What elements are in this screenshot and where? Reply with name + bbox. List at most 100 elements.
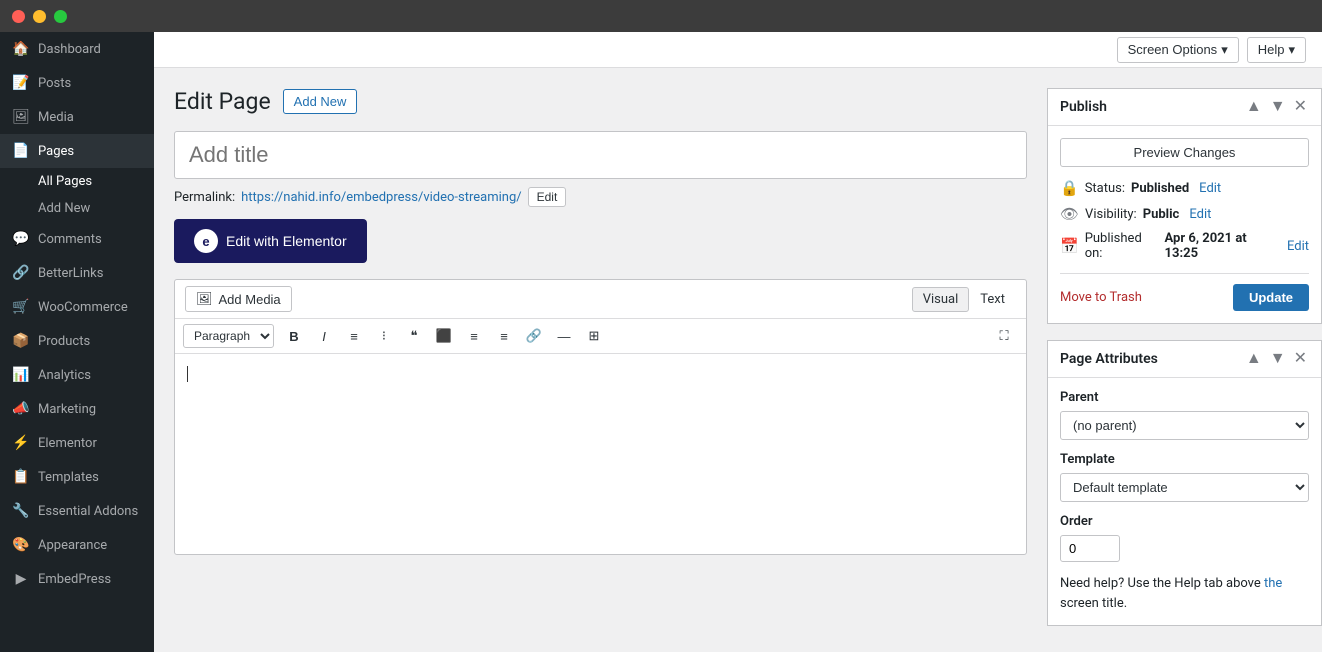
more-button[interactable]: — [550, 323, 578, 349]
bold-button[interactable]: B [280, 323, 308, 349]
editor-tabs: Visual Text [912, 287, 1016, 312]
minimize-btn[interactable] [33, 10, 46, 23]
sidebar-item-marketing[interactable]: 📣 Marketing [0, 392, 154, 426]
marketing-icon: 📣 [12, 400, 30, 418]
page-attributes-controls: ▲ ▼ ✕ [1244, 349, 1309, 369]
help-chevron-icon: ▾ [1288, 42, 1295, 58]
page-header: Edit Page Add New [174, 88, 1027, 115]
preview-changes-button[interactable]: Preview Changes [1060, 138, 1309, 167]
italic-button[interactable]: I [310, 323, 338, 349]
sidebar-item-label: Comments [38, 232, 102, 247]
ordered-list-button[interactable]: ⁝ [370, 323, 398, 349]
sidebar-item-pages[interactable]: 📄 Pages [0, 134, 154, 168]
permalink-edit-button[interactable]: Edit [528, 187, 567, 207]
move-to-trash-link[interactable]: Move to Trash [1060, 290, 1142, 305]
parent-select[interactable]: (no parent) [1060, 411, 1309, 440]
publish-actions: Move to Trash Update [1060, 273, 1309, 311]
add-media-label: Add Media [219, 292, 281, 307]
publish-panel-collapse-down[interactable]: ▼ [1268, 97, 1288, 117]
align-right-button[interactable]: ≡ [490, 323, 518, 349]
parent-label: Parent [1060, 390, 1309, 405]
publish-panel-close[interactable]: ✕ [1292, 97, 1309, 117]
page-attributes-collapse-up[interactable]: ▲ [1244, 349, 1264, 369]
sidebar-item-label: Elementor [38, 436, 97, 451]
publish-panel-collapse-up[interactable]: ▲ [1244, 97, 1264, 117]
visibility-edit-link[interactable]: Edit [1189, 207, 1211, 222]
page-attributes-close[interactable]: ✕ [1292, 349, 1309, 369]
publish-panel-body: Preview Changes 🔒 Status: Published Edit… [1048, 126, 1321, 323]
page-title-input[interactable] [174, 131, 1027, 179]
sidebar-item-embedpress[interactable]: ▶ EmbedPress [0, 562, 154, 596]
topbar: Screen Options ▾ Help ▾ [154, 32, 1322, 68]
order-label: Order [1060, 514, 1309, 529]
align-left-button[interactable]: ⬛ [430, 323, 458, 349]
sidebar-item-woocommerce[interactable]: 🛒 WooCommerce [0, 290, 154, 324]
sidebar-item-label: Posts [38, 76, 71, 91]
published-on-row: 📅 Published on: Apr 6, 2021 at 13:25 Edi… [1060, 231, 1309, 261]
close-btn[interactable] [12, 10, 25, 23]
order-input[interactable] [1060, 535, 1120, 562]
posts-icon: 📝 [12, 74, 30, 92]
sidebar-item-label: Marketing [38, 402, 96, 417]
pages-icon: 📄 [12, 142, 30, 160]
template-row: Template Default template [1060, 452, 1309, 502]
sidebar: 🏠 Dashboard 📝 Posts 🖼 Media 📄 Pages All … [0, 32, 154, 652]
help-link[interactable]: the [1264, 576, 1282, 591]
screen-options-button[interactable]: Screen Options ▾ [1117, 37, 1239, 63]
status-icon: 🔒 [1060, 179, 1079, 197]
template-label: Template [1060, 452, 1309, 467]
tab-visual[interactable]: Visual [912, 287, 970, 312]
table-button[interactable]: ⊞ [580, 323, 608, 349]
visibility-label: Visibility: [1085, 207, 1137, 222]
sidebar-item-appearance[interactable]: 🎨 Appearance [0, 528, 154, 562]
published-label: Published on: [1085, 231, 1159, 261]
align-center-button[interactable]: ≡ [460, 323, 488, 349]
help-text: Need help? Use the Help tab above the sc… [1060, 574, 1309, 613]
sidebar-item-elementor[interactable]: ⚡ Elementor [0, 426, 154, 460]
link-button[interactable]: 🔗 [520, 323, 548, 349]
sidebar-item-posts[interactable]: 📝 Posts [0, 66, 154, 100]
parent-row: Parent (no parent) [1060, 390, 1309, 440]
page-attributes-header[interactable]: Page Attributes ▲ ▼ ✕ [1048, 341, 1321, 378]
sidebar-item-betterlinks[interactable]: 🔗 BetterLinks [0, 256, 154, 290]
maximize-btn[interactable] [54, 10, 67, 23]
sidebar-item-templates[interactable]: 📋 Templates [0, 460, 154, 494]
page-attributes-collapse-down[interactable]: ▼ [1268, 349, 1288, 369]
update-button[interactable]: Update [1233, 284, 1309, 311]
products-icon: 📦 [12, 332, 30, 350]
sidebar-item-products[interactable]: 📦 Products [0, 324, 154, 358]
order-row: Order [1060, 514, 1309, 562]
templates-icon: 📋 [12, 468, 30, 486]
format-toolbar: Paragraph B I ≡ ⁝ ❝ ⬛ ≡ ≡ 🔗 — ⊞ [175, 319, 1026, 354]
sidebar-item-comments[interactable]: 💬 Comments [0, 222, 154, 256]
sidebar-subitem-add-new[interactable]: Add New [0, 195, 154, 222]
editor-body[interactable] [175, 354, 1026, 554]
sidebar-subitem-all-pages[interactable]: All Pages [0, 168, 154, 195]
sidebar-item-label: WooCommerce [38, 300, 128, 315]
sidebar-item-analytics[interactable]: 📊 Analytics [0, 358, 154, 392]
published-edit-link[interactable]: Edit [1287, 239, 1309, 254]
appearance-icon: 🎨 [12, 536, 30, 554]
comments-icon: 💬 [12, 230, 30, 248]
template-select[interactable]: Default template [1060, 473, 1309, 502]
sidebar-item-media[interactable]: 🖼 Media [0, 100, 154, 134]
sidebar-item-essential-addons[interactable]: 🔧 Essential Addons [0, 494, 154, 528]
sidebar-item-label: Products [38, 334, 90, 349]
blockquote-button[interactable]: ❝ [400, 323, 428, 349]
permalink-url[interactable]: https://nahid.info/embedpress/video-stre… [241, 190, 521, 205]
editor-cursor [187, 366, 188, 382]
page-attributes-panel: Page Attributes ▲ ▼ ✕ Parent (no parent) [1047, 340, 1322, 626]
sidebar-item-label: Pages [38, 144, 74, 159]
tab-text[interactable]: Text [969, 287, 1016, 312]
fullscreen-button[interactable]: ⛶ [990, 323, 1018, 349]
sidebar-item-label: Dashboard [38, 42, 101, 57]
unordered-list-button[interactable]: ≡ [340, 323, 368, 349]
add-new-button[interactable]: Add New [283, 89, 358, 114]
paragraph-format-select[interactable]: Paragraph [183, 324, 274, 348]
edit-with-elementor-button[interactable]: e Edit with Elementor [174, 219, 367, 263]
publish-panel-header[interactable]: Publish ▲ ▼ ✕ [1048, 89, 1321, 126]
status-edit-link[interactable]: Edit [1199, 181, 1221, 196]
sidebar-item-dashboard[interactable]: 🏠 Dashboard [0, 32, 154, 66]
add-media-button[interactable]: 🖼 Add Media [185, 286, 292, 312]
help-button[interactable]: Help ▾ [1247, 37, 1306, 63]
